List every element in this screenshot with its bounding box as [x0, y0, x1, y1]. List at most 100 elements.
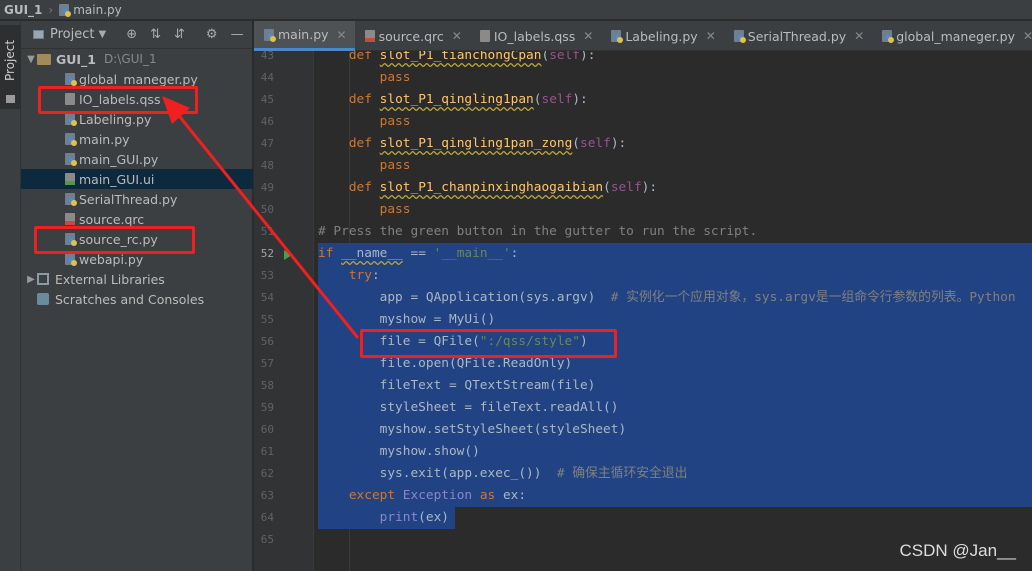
line-number: 57: [260, 357, 274, 370]
tab-io-labels-qss[interactable]: IO_labels.qss ✕: [470, 21, 602, 51]
external-libraries-label: External Libraries: [55, 271, 165, 287]
close-icon[interactable]: ✕: [452, 29, 462, 43]
line-number: 51: [260, 225, 274, 238]
line-number: 52: [260, 247, 274, 260]
tab-global-maneger-py[interactable]: global_maneger.py ✕: [872, 21, 1032, 51]
close-icon[interactable]: ✕: [854, 29, 864, 43]
line-number: 65: [260, 533, 274, 546]
line-number: 56: [260, 335, 274, 348]
file-name: main.py: [79, 131, 130, 147]
python-file-icon: [65, 153, 77, 166]
gear-icon[interactable]: ⚙: [206, 27, 218, 42]
library-icon: [37, 273, 49, 285]
line-number: 62: [260, 467, 274, 480]
close-icon[interactable]: ✕: [1023, 29, 1032, 43]
code-editor[interactable]: 43 def slot_P1_tianchongCpan(self): 44 p…: [254, 51, 1032, 571]
tab-label: SerialThread.py: [747, 28, 847, 44]
code-line: print(ex): [379, 510, 449, 525]
chevron-down-icon[interactable]: ▼: [25, 54, 37, 65]
project-view-selector[interactable]: Project: [50, 27, 94, 42]
code-line: myshow.show(): [318, 444, 480, 459]
folder-icon: [6, 95, 15, 103]
locate-icon[interactable]: ⊕: [126, 27, 137, 42]
file-name: main_GUI.ui: [79, 171, 155, 187]
project-tool-tab-label: Project: [3, 39, 17, 81]
python-file-icon: [65, 73, 77, 86]
code-line: def slot_P1_qingling1pan_zong(self):: [348, 136, 627, 151]
tool-window-stripe: Project: [0, 21, 21, 571]
tab-label: global_maneger.py: [896, 28, 1015, 44]
code-line: app = QApplication(sys.argv) # 实例化一个应用对象…: [318, 290, 1016, 305]
code-line: pass: [379, 202, 411, 217]
line-number: 44: [260, 71, 274, 84]
file-name: global_maneger.py: [79, 71, 198, 87]
chevron-right-icon[interactable]: ▶: [25, 274, 37, 285]
code-line: sys.exit(app.exec_()) # 确保主循环安全退出: [318, 466, 688, 481]
line-number: 58: [260, 379, 274, 392]
code-line: myshow.setStyleSheet(styleSheet): [318, 422, 627, 437]
editor-tab-bar: main.py ✕ source.qrc ✕ IO_labels.qss ✕ Labe…: [254, 21, 1032, 51]
file-name: SerialThread.py: [79, 191, 178, 207]
tree-file-selected[interactable]: main_GUI.ui: [21, 169, 253, 189]
root-folder-path: D:\GUI_1: [104, 52, 157, 66]
line-number: 53: [260, 269, 274, 282]
line-number: 59: [260, 401, 274, 414]
root-folder-name: GUI_1: [56, 51, 97, 67]
line-number: 43: [260, 51, 274, 62]
collapse-all-icon[interactable]: ⇵: [174, 27, 185, 42]
line-number: 55: [260, 313, 274, 326]
code-line: def slot_P1_chanpinxinghaogaibian(self):: [348, 180, 658, 195]
project-tool-tab[interactable]: Project: [0, 25, 21, 109]
close-icon[interactable]: ✕: [337, 28, 347, 42]
annotation-box-qfile: [360, 329, 617, 358]
breadcrumb-file[interactable]: main.py: [73, 3, 122, 17]
line-number: 50: [260, 203, 274, 216]
qrc-file-icon: [65, 213, 75, 225]
code-line: def slot_P1_tianchongCpan(self):: [348, 51, 596, 63]
python-file-icon: [264, 28, 276, 42]
annotation-box-io-labels: [38, 86, 198, 114]
tree-root-gui1[interactable]: ▼ GUI_1 D:\GUI_1: [21, 49, 253, 69]
tree-file[interactable]: SerialThread.py: [21, 189, 253, 209]
code-line: except Exception as ex:: [348, 488, 527, 503]
project-panel-header: Project ▼ ⊕ ⇅ ⇵ ⚙ —: [21, 21, 252, 49]
folder-icon: [37, 53, 51, 65]
line-number: 60: [260, 423, 274, 436]
watermark: CSDN @Jan__: [899, 541, 1016, 560]
scratches-label: Scratches and Consoles: [55, 291, 205, 307]
selection-highlight: [318, 265, 1032, 287]
run-icon[interactable]: [284, 250, 292, 260]
line-number: 54: [260, 291, 274, 304]
tree-file[interactable]: main.py: [21, 129, 253, 149]
tab-label: main.py: [278, 27, 329, 42]
tab-labeling-py[interactable]: Labeling.py ✕: [601, 21, 723, 51]
code-line: pass: [379, 70, 411, 85]
project-icon: [33, 30, 44, 39]
python-file-icon: [65, 113, 77, 126]
chevron-down-icon[interactable]: ▼: [98, 29, 106, 40]
python-file-icon: [65, 193, 77, 206]
qss-file-icon: [479, 30, 490, 42]
tree-external-libraries[interactable]: ▶ External Libraries: [21, 269, 253, 289]
expand-all-icon[interactable]: ⇅: [150, 27, 161, 42]
close-icon[interactable]: ✕: [706, 29, 716, 43]
code-line: pass: [379, 158, 411, 173]
tab-main-py[interactable]: main.py ✕: [254, 21, 355, 51]
python-file-icon: [59, 3, 72, 17]
python-file-icon: [611, 30, 624, 43]
code-line: styleSheet = fileText.readAll(): [318, 400, 619, 415]
tab-source-qrc[interactable]: source.qrc ✕: [355, 21, 470, 51]
tree-scratches[interactable]: Scratches and Consoles: [21, 289, 253, 309]
tab-serialthread-py[interactable]: SerialThread.py ✕: [724, 21, 872, 51]
python-file-icon: [733, 30, 746, 43]
breadcrumb-project[interactable]: GUI_1: [4, 3, 42, 17]
hide-panel-icon[interactable]: —: [231, 27, 244, 42]
python-file-icon: [65, 253, 77, 266]
project-toolbar: ⊕ ⇅ ⇵ ⚙ —: [126, 27, 243, 42]
line-number: 64: [260, 511, 274, 524]
close-icon[interactable]: ✕: [583, 29, 593, 43]
line-number: 61: [260, 445, 274, 458]
tree-file[interactable]: main_GUI.py: [21, 149, 253, 169]
breadcrumb: GUI_1 › main.py: [0, 0, 1032, 20]
python-file-icon: [65, 133, 77, 146]
